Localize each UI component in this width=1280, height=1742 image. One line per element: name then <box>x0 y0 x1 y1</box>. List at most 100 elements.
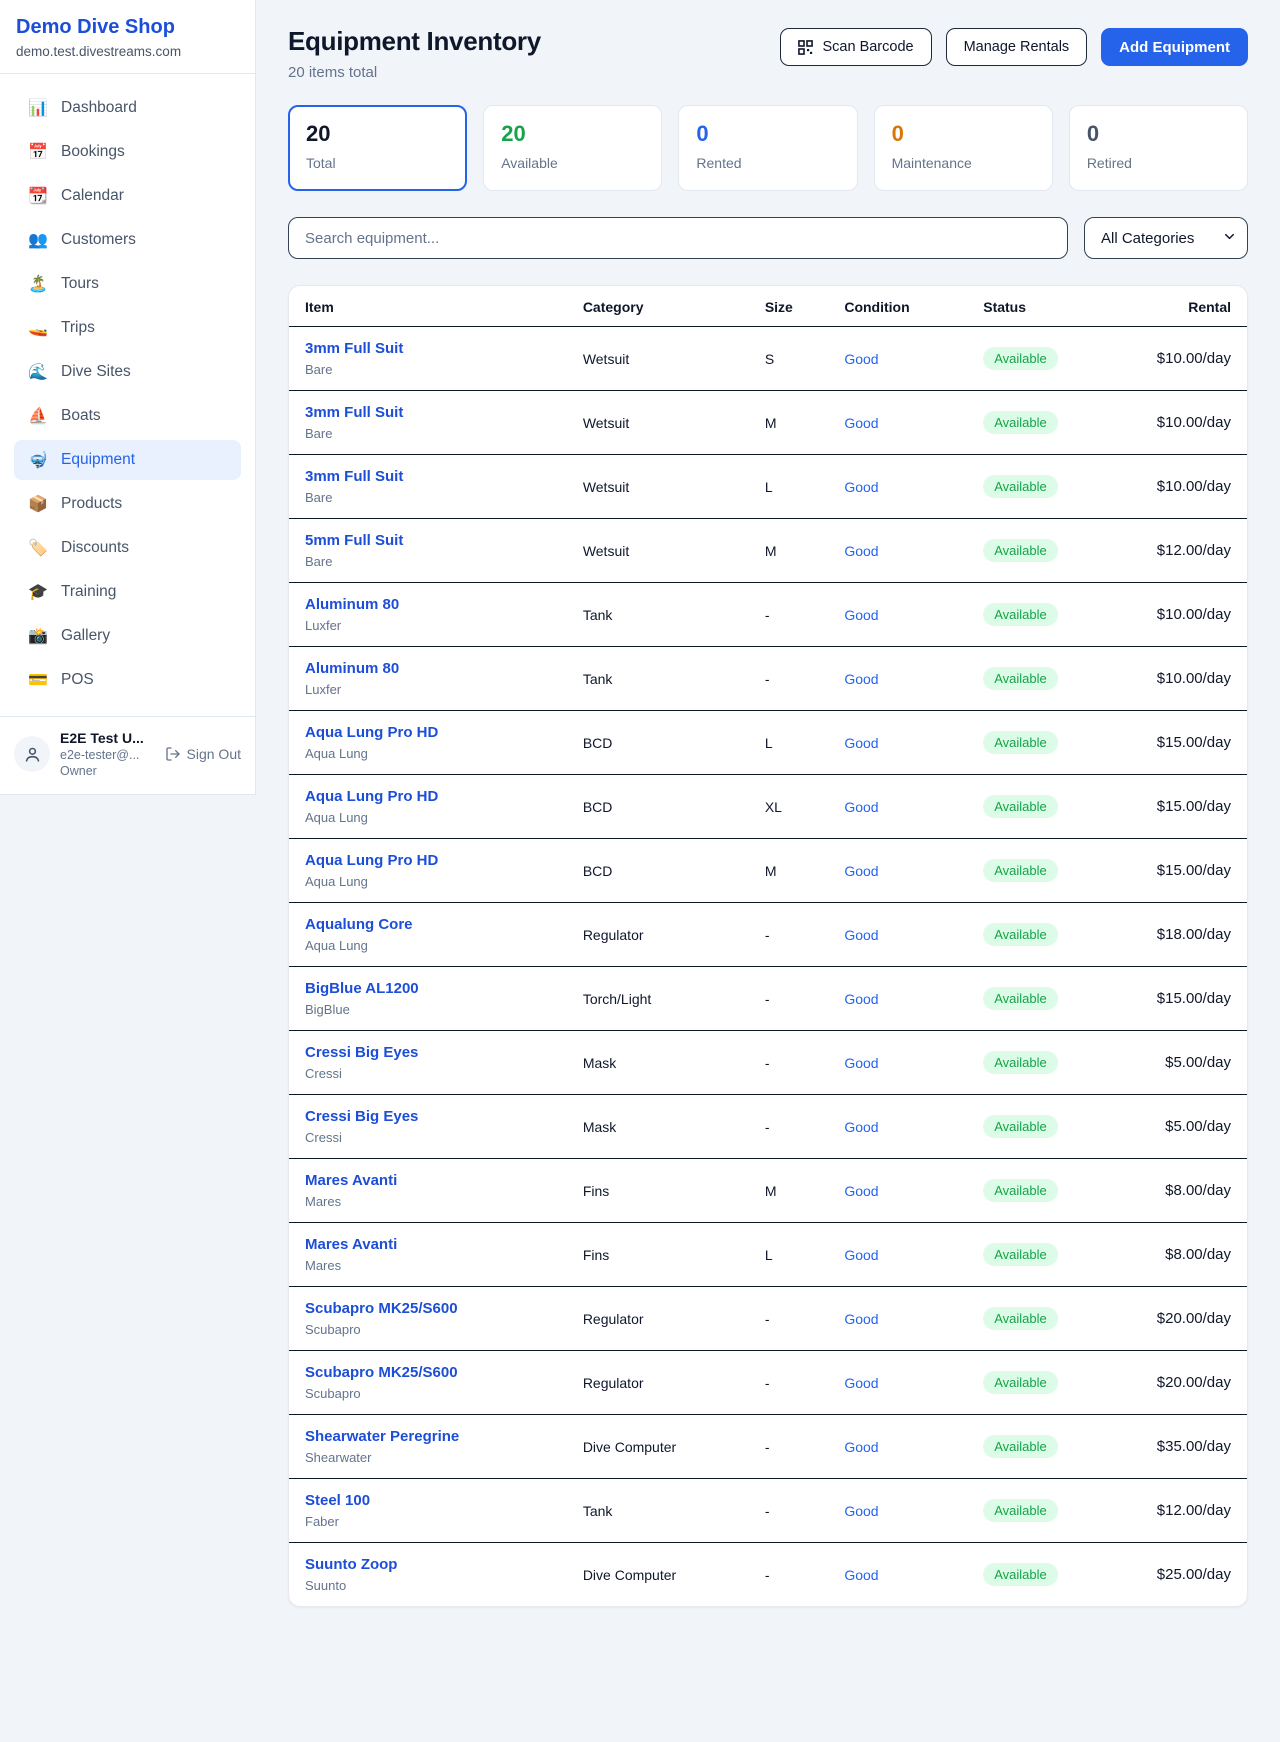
condition-link[interactable]: Good <box>844 799 878 815</box>
item-name-link[interactable]: BigBlue AL1200 <box>305 980 419 997</box>
item-name-link[interactable]: Aqua Lung Pro HD <box>305 724 438 741</box>
sidebar-item-products[interactable]: 📦 Products <box>14 484 241 524</box>
sidebar-item-gallery[interactable]: 📸 Gallery <box>14 616 241 656</box>
condition-link[interactable]: Good <box>844 1183 878 1199</box>
sidebar-item-customers[interactable]: 👥 Customers <box>14 220 241 260</box>
condition-link[interactable]: Good <box>844 671 878 687</box>
stat-card-available[interactable]: 20 Available <box>483 105 662 191</box>
item-name-link[interactable]: Cressi Big Eyes <box>305 1108 418 1125</box>
user-name: E2E Test U... <box>60 730 153 746</box>
main-content: Equipment Inventory 20 items total Scan … <box>256 0 1280 1637</box>
size-cell: M <box>749 519 829 583</box>
sidebar-item-dive-sites[interactable]: 🌊 Dive Sites <box>14 352 241 392</box>
condition-link[interactable]: Good <box>844 1247 878 1263</box>
sidebar-item-bookings[interactable]: 📅 Bookings <box>14 132 241 172</box>
condition-link[interactable]: Good <box>844 1311 878 1327</box>
condition-link[interactable]: Good <box>844 1119 878 1135</box>
item-name-link[interactable]: 3mm Full Suit <box>305 340 403 357</box>
sidebar-item-dashboard[interactable]: 📊 Dashboard <box>14 88 241 128</box>
item-name-link[interactable]: Aqua Lung Pro HD <box>305 788 438 805</box>
item-brand: Mares <box>305 1258 551 1273</box>
sidebar-item-pos[interactable]: 💳 POS <box>14 660 241 700</box>
bookings-icon: 📅 <box>28 142 48 162</box>
item-name-link[interactable]: Aqualung Core <box>305 916 413 933</box>
sidebar-item-trips[interactable]: 🚤 Trips <box>14 308 241 348</box>
item-name-link[interactable]: Shearwater Peregrine <box>305 1428 459 1445</box>
boats-icon: ⛵ <box>28 406 48 426</box>
sidebar-item-equipment[interactable]: 🤿 Equipment <box>14 440 241 480</box>
item-name-link[interactable]: Steel 100 <box>305 1492 370 1509</box>
condition-link[interactable]: Good <box>844 1055 878 1071</box>
item-brand: BigBlue <box>305 1002 551 1017</box>
condition-link[interactable]: Good <box>844 735 878 751</box>
sign-out-button[interactable]: Sign Out <box>165 746 241 762</box>
sidebar-item-label: Customers <box>61 231 136 249</box>
table-row: 3mm Full Suit Bare Wetsuit M Good Availa… <box>289 391 1247 455</box>
page-header: Equipment Inventory 20 items total Scan … <box>288 26 1248 81</box>
condition-link[interactable]: Good <box>844 1439 878 1455</box>
item-name-link[interactable]: Scubapro MK25/S600 <box>305 1364 458 1381</box>
sidebar-item-discounts[interactable]: 🏷️ Discounts <box>14 528 241 568</box>
size-cell: - <box>749 1479 829 1543</box>
stat-card-maintenance[interactable]: 0 Maintenance <box>874 105 1053 191</box>
condition-link[interactable]: Good <box>844 991 878 1007</box>
condition-link[interactable]: Good <box>844 1503 878 1519</box>
item-name-link[interactable]: Aqua Lung Pro HD <box>305 852 438 869</box>
user-meta: E2E Test U... e2e-tester@... Owner <box>60 730 153 778</box>
category-cell: Dive Computer <box>567 1543 749 1607</box>
item-name-link[interactable]: Cressi Big Eyes <box>305 1044 418 1061</box>
size-cell: M <box>749 839 829 903</box>
add-equipment-button[interactable]: Add Equipment <box>1101 28 1248 66</box>
stat-card-retired[interactable]: 0 Retired <box>1069 105 1248 191</box>
sidebar-item-tours[interactable]: 🏝️ Tours <box>14 264 241 304</box>
condition-link[interactable]: Good <box>844 351 878 367</box>
scan-barcode-button[interactable]: Scan Barcode <box>780 28 931 66</box>
item-name-link[interactable]: Mares Avanti <box>305 1172 397 1189</box>
condition-link[interactable]: Good <box>844 415 878 431</box>
item-name-link[interactable]: Aluminum 80 <box>305 660 399 677</box>
item-brand: Mares <box>305 1194 551 1209</box>
item-name-link[interactable]: Aluminum 80 <box>305 596 399 613</box>
filters-row: All Categories <box>288 217 1248 259</box>
condition-link[interactable]: Good <box>844 927 878 943</box>
status-badge: Available <box>983 795 1058 818</box>
item-brand: Cressi <box>305 1130 551 1145</box>
status-badge: Available <box>983 1435 1058 1458</box>
category-select[interactable]: All Categories <box>1084 217 1248 259</box>
stat-label: Available <box>501 155 644 171</box>
item-name-link[interactable]: Mares Avanti <box>305 1236 397 1253</box>
table-row: Mares Avanti Mares Fins L Good Available… <box>289 1223 1247 1287</box>
status-badge: Available <box>983 1499 1058 1522</box>
size-cell: - <box>749 903 829 967</box>
sidebar-item-boats[interactable]: ⛵ Boats <box>14 396 241 436</box>
item-name-link[interactable]: 3mm Full Suit <box>305 468 403 485</box>
size-cell: - <box>749 1287 829 1351</box>
status-badge: Available <box>983 1563 1058 1586</box>
item-name-link[interactable]: 3mm Full Suit <box>305 404 403 421</box>
item-brand: Shearwater <box>305 1450 551 1465</box>
stat-card-total[interactable]: 20 Total <box>288 105 467 191</box>
sidebar-item-label: Products <box>61 495 122 513</box>
search-input[interactable] <box>288 217 1068 259</box>
item-name-link[interactable]: Suunto Zoop <box>305 1556 397 1573</box>
condition-link[interactable]: Good <box>844 1375 878 1391</box>
sidebar-item-calendar[interactable]: 📆 Calendar <box>14 176 241 216</box>
sidebar-item-label: Tours <box>61 275 99 293</box>
condition-link[interactable]: Good <box>844 479 878 495</box>
category-cell: BCD <box>567 839 749 903</box>
size-cell: - <box>749 1415 829 1479</box>
category-cell: Wetsuit <box>567 391 749 455</box>
rental-cell: $5.00/day <box>1165 1118 1231 1135</box>
gallery-icon: 📸 <box>28 626 48 646</box>
stat-card-rented[interactable]: 0 Rented <box>678 105 857 191</box>
item-name-link[interactable]: Scubapro MK25/S600 <box>305 1300 458 1317</box>
condition-link[interactable]: Good <box>844 607 878 623</box>
condition-link[interactable]: Good <box>844 863 878 879</box>
condition-link[interactable]: Good <box>844 543 878 559</box>
sidebar-item-training[interactable]: 🎓 Training <box>14 572 241 612</box>
condition-link[interactable]: Good <box>844 1567 878 1583</box>
stat-label: Rented <box>696 155 839 171</box>
stat-label: Total <box>306 155 449 171</box>
manage-rentals-button[interactable]: Manage Rentals <box>946 28 1088 66</box>
item-name-link[interactable]: 5mm Full Suit <box>305 532 403 549</box>
